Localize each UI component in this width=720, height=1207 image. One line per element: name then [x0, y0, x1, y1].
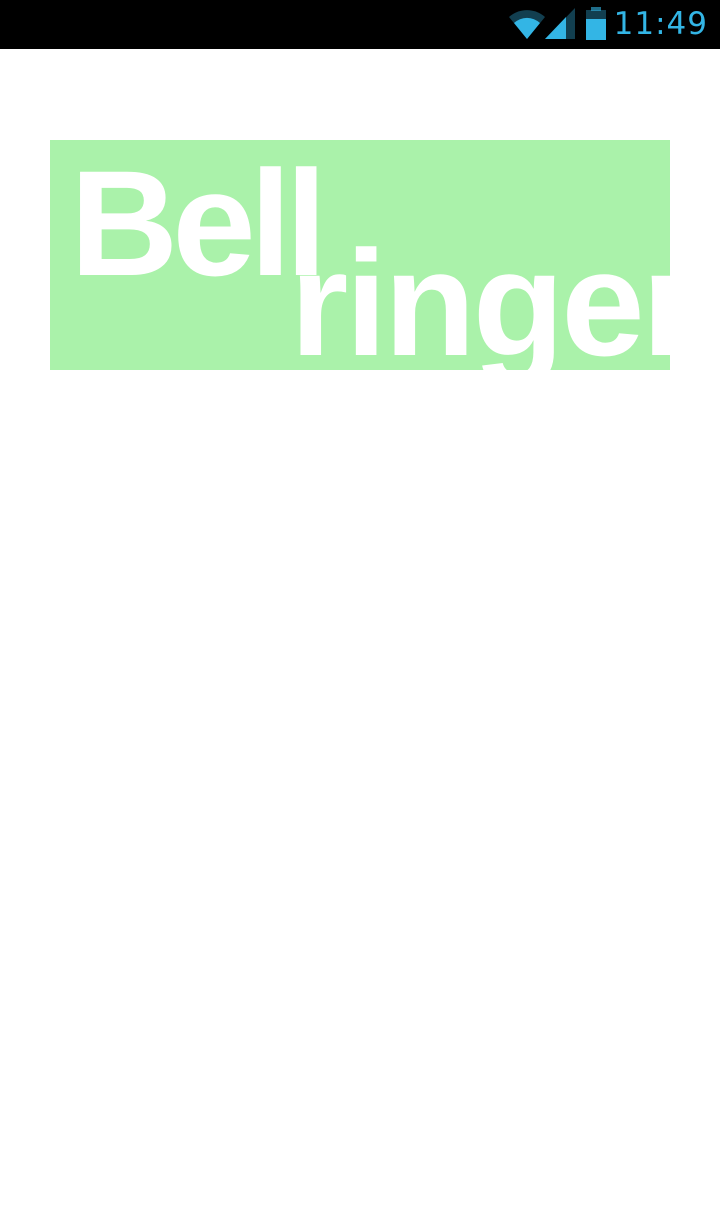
logo-word-ringer: ringer: [290, 219, 670, 370]
status-bar: 11:49: [0, 0, 720, 49]
signal-icon: [545, 8, 575, 45]
status-clock: 11:49: [613, 6, 708, 42]
wifi-icon: [507, 6, 547, 45]
app-logo: Bell ringer: [50, 140, 670, 370]
battery-icon: [584, 7, 608, 46]
logo-word-bell: Bell: [70, 140, 327, 307]
